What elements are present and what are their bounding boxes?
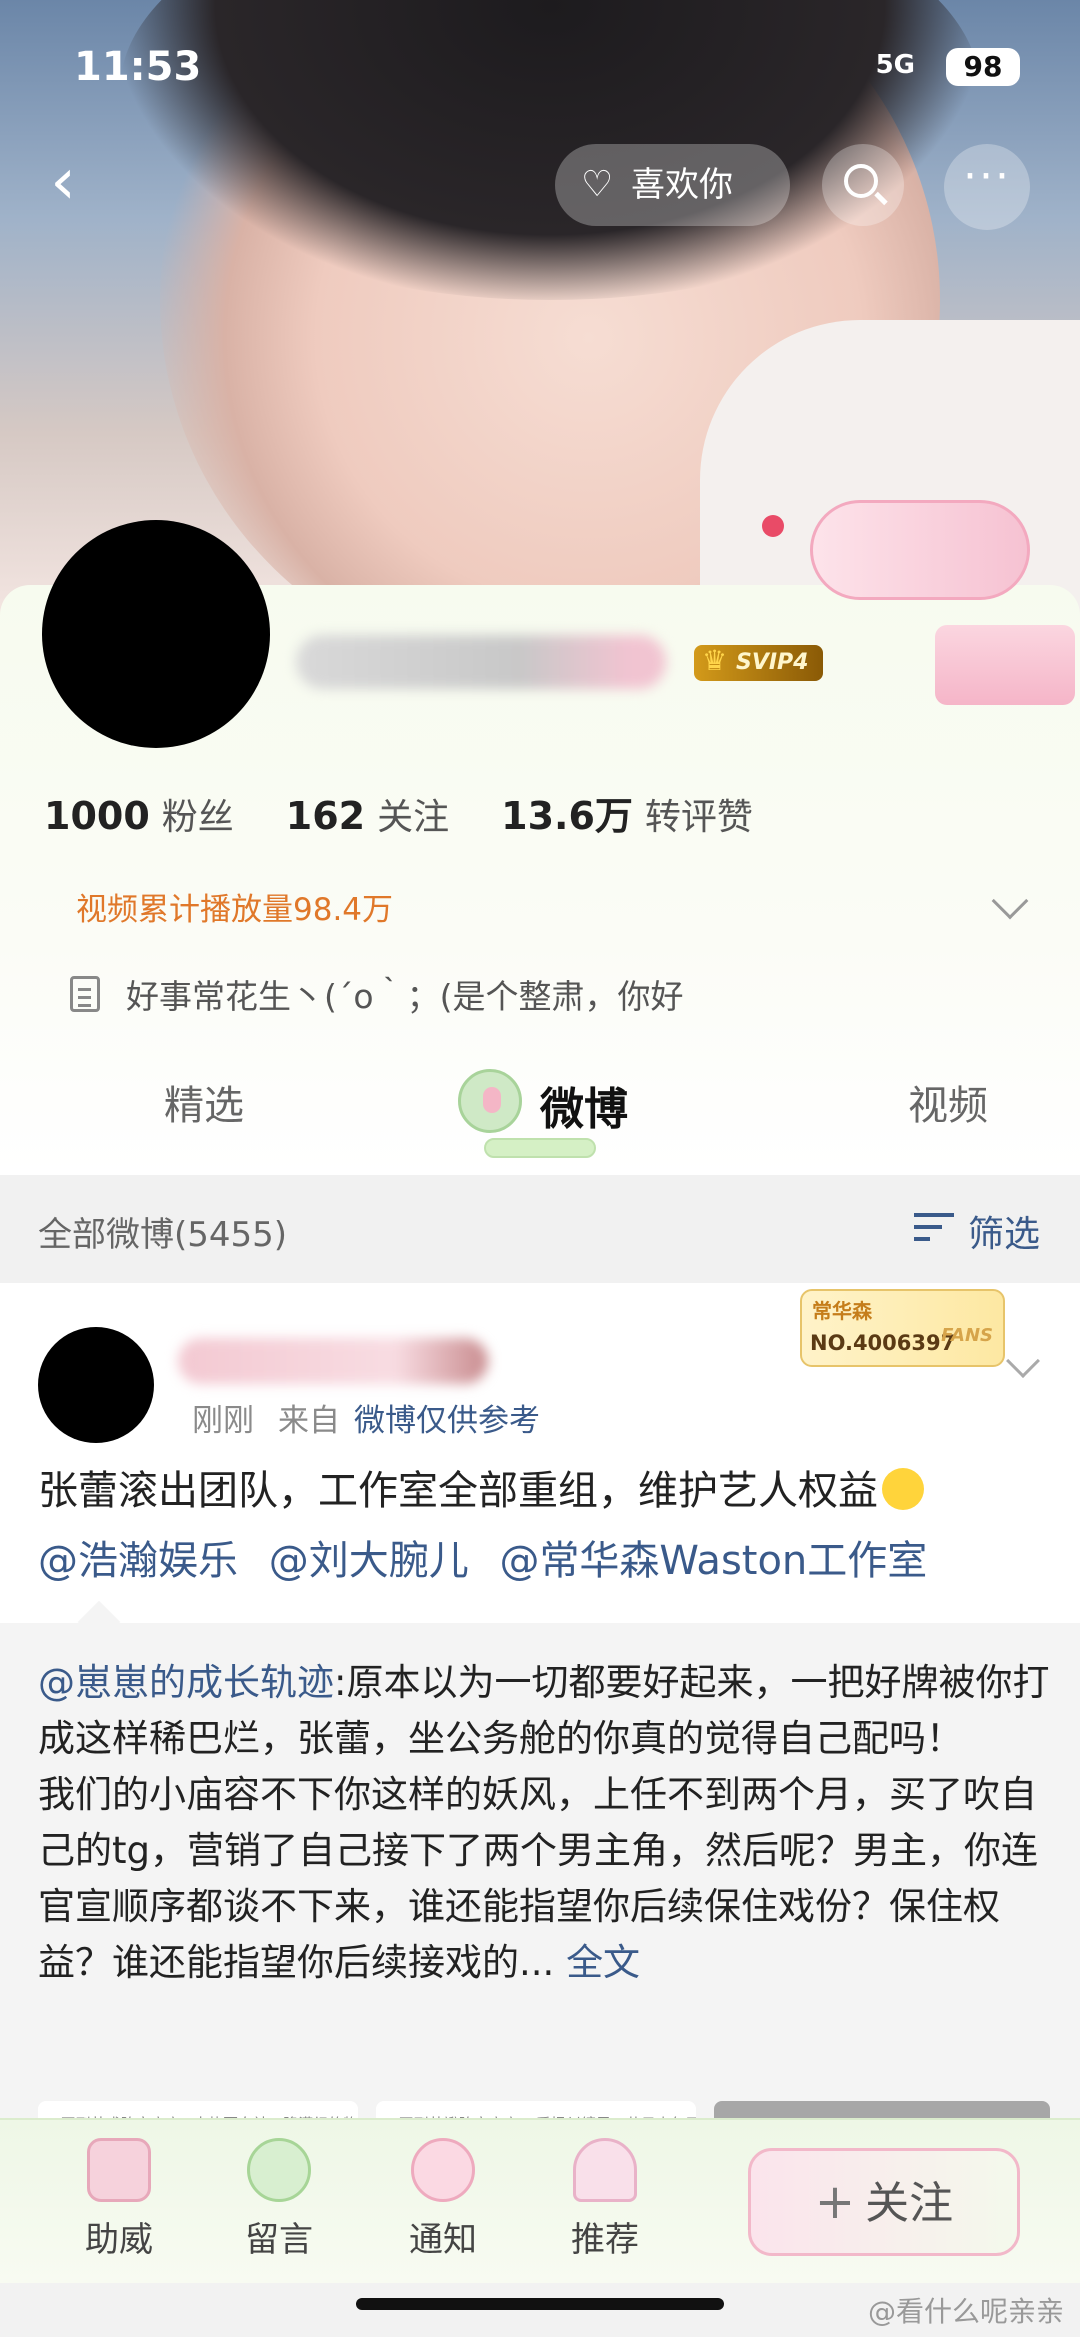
all-posts-count: 全部微博(5455): [38, 1215, 288, 1255]
fan-badge-name: 常华森: [812, 1299, 872, 1323]
bottom-action-bar: 助威 留言 通知 推荐 + 关注: [0, 2118, 1080, 2283]
post-text: 张蕾滚出团队，工作室全部重组，维护艺人权益: [38, 1463, 1048, 1519]
tab-featured[interactable]: 精选: [164, 1073, 244, 1131]
svip-badge[interactable]: ♛ SVIP4: [694, 644, 823, 681]
back-arrow-icon: ‹: [50, 145, 76, 219]
post-time: 刚刚: [192, 1403, 254, 1439]
heart-hand-icon: ♡: [581, 164, 614, 205]
like-you-button[interactable]: ♡ 喜欢你: [555, 144, 790, 226]
stat-value: 162: [285, 794, 366, 838]
post-mentions: @浩瀚娱乐 @刘大腕儿 @常华森Waston工作室: [38, 1533, 1048, 1589]
reposted-content[interactable]: @崽崽的成长轨迹:原本以为一切都要好起来，一把好牌被你打成这样稀巴烂，张蕾，坐公…: [0, 1600, 1080, 2161]
stat-value: 13.6万: [501, 794, 633, 838]
recommend-label: 推荐: [571, 2220, 639, 2260]
post-from-label: 来自: [278, 1403, 340, 1439]
post-meta: 刚刚 来自 微博仅供参考: [192, 1395, 540, 1440]
umbrella-icon: [573, 2138, 637, 2202]
bio: 好事常花生丶(´o｀；(是个整肃，你好: [70, 970, 683, 1018]
cup-icon: [87, 2138, 151, 2202]
top-nav: ‹ ♡ 喜欢你 ···: [0, 140, 1080, 230]
back-button[interactable]: ‹: [30, 150, 96, 218]
feed-filter-bar: 全部微博(5455) 筛选: [0, 1175, 1080, 1283]
mention-link[interactable]: @常华森Waston工作室: [499, 1538, 927, 1584]
status-time: 11:53: [74, 44, 202, 90]
rice-ball-icon: [247, 2138, 311, 2202]
crown-icon: ♛: [702, 644, 728, 677]
watermark: @看什么呢亲亲: [867, 2295, 1064, 2328]
cheer-label: 助威: [85, 2220, 153, 2260]
stat-label: 关注: [377, 797, 450, 838]
repost-author-link[interactable]: @崽崽的成长轨迹: [38, 1661, 334, 1704]
video-play-count: 视频累计播放量98.4万: [76, 892, 394, 928]
avatar[interactable]: [42, 520, 270, 748]
more-button[interactable]: ···: [944, 144, 1030, 230]
repost-text: @崽崽的成长轨迹:原本以为一切都要好起来，一把好牌被你打成这样稀巴烂，张蕾，坐公…: [38, 1655, 1050, 1991]
notify-button[interactable]: 通知: [378, 2138, 508, 2261]
svip-label: SVIP4: [736, 650, 809, 675]
post-source[interactable]: 微博仅供参考: [354, 1403, 540, 1439]
filter-icon: [913, 1213, 954, 1243]
filter-button[interactable]: 筛选: [913, 1205, 1040, 1257]
home-indicator[interactable]: [356, 2298, 724, 2310]
ellipsis-icon: ···: [963, 151, 1011, 202]
cake-slice-sticker: [935, 625, 1075, 705]
username-blurred[interactable]: [296, 635, 666, 689]
network-indicator: 5G: [875, 50, 915, 80]
fan-badge[interactable]: 常华森 NO.4006397 FANS: [800, 1289, 1005, 1367]
mention-link[interactable]: @浩瀚娱乐: [38, 1538, 238, 1584]
fan-badge-number: NO.4006397: [810, 1331, 956, 1355]
post-avatar[interactable]: [38, 1327, 154, 1443]
status-bar: 11:53 5G 98: [0, 40, 1080, 100]
like-you-label: 喜欢你: [631, 165, 733, 205]
stat-value: 1000: [44, 794, 150, 838]
recommend-button[interactable]: 推荐: [540, 2138, 670, 2261]
stat-followers[interactable]: 1000 粉丝: [44, 788, 234, 840]
cake-roll-sticker: [810, 500, 1030, 600]
post-menu-chevron-icon[interactable]: [1006, 1344, 1040, 1378]
search-button[interactable]: [822, 144, 904, 226]
stat-following[interactable]: 162 关注: [286, 788, 449, 840]
message-label: 留言: [245, 2220, 313, 2260]
bio-text: 好事常花生丶(´o｀；(是个整肃，你好: [126, 977, 684, 1016]
stat-label: 转评赞: [644, 797, 753, 838]
flower-icon: [411, 2138, 475, 2202]
read-full-link[interactable]: 全文: [566, 1941, 640, 1984]
repost-body: :原本以为一切都要好起来，一把好牌被你打成这样稀巴烂，张蕾，坐公务舱的你真的觉得…: [38, 1661, 1050, 1984]
repost-caret: [77, 1600, 121, 1644]
tab-weibo-label: 微博: [540, 1084, 628, 1135]
mention-link[interactable]: @刘大腕儿: [269, 1538, 469, 1584]
battery-icon: 98: [946, 48, 1020, 86]
filter-label: 筛选: [967, 1214, 1040, 1255]
follow-button[interactable]: + 关注: [748, 2148, 1020, 2256]
cheer-button[interactable]: 助威: [54, 2138, 184, 2261]
post-body: 张蕾滚出团队，工作室全部重组，维护艺人权益: [38, 1468, 878, 1514]
stat-label: 粉丝: [161, 797, 234, 838]
weibo-post[interactable]: 常华森 NO.4006397 FANS 刚刚 来自 微博仅供参考 张蕾滚出团队，工作…: [0, 1283, 1080, 2161]
follow-label: 关注: [865, 2178, 954, 2229]
profile-stats: 1000 粉丝 162 关注 13.6万 转评赞: [44, 785, 805, 845]
notify-label: 通知: [409, 2220, 477, 2260]
stat-interactions[interactable]: 13.6万 转评赞: [501, 785, 753, 840]
rice-ball-icon: [458, 1069, 522, 1133]
post-author-blurred[interactable]: [178, 1338, 488, 1384]
fan-badge-tag: FANS: [941, 1325, 993, 1346]
message-button[interactable]: 留言: [214, 2138, 344, 2261]
plus-icon: +: [814, 2174, 856, 2230]
tab-video[interactable]: 视频: [908, 1073, 988, 1131]
active-tab-indicator: [484, 1138, 596, 1158]
smile-emoji-icon: [882, 1468, 924, 1510]
document-icon: [70, 976, 100, 1012]
cherry-sticker: [762, 515, 784, 537]
search-icon: [844, 164, 878, 198]
tab-weibo[interactable]: 微博: [458, 1069, 628, 1137]
